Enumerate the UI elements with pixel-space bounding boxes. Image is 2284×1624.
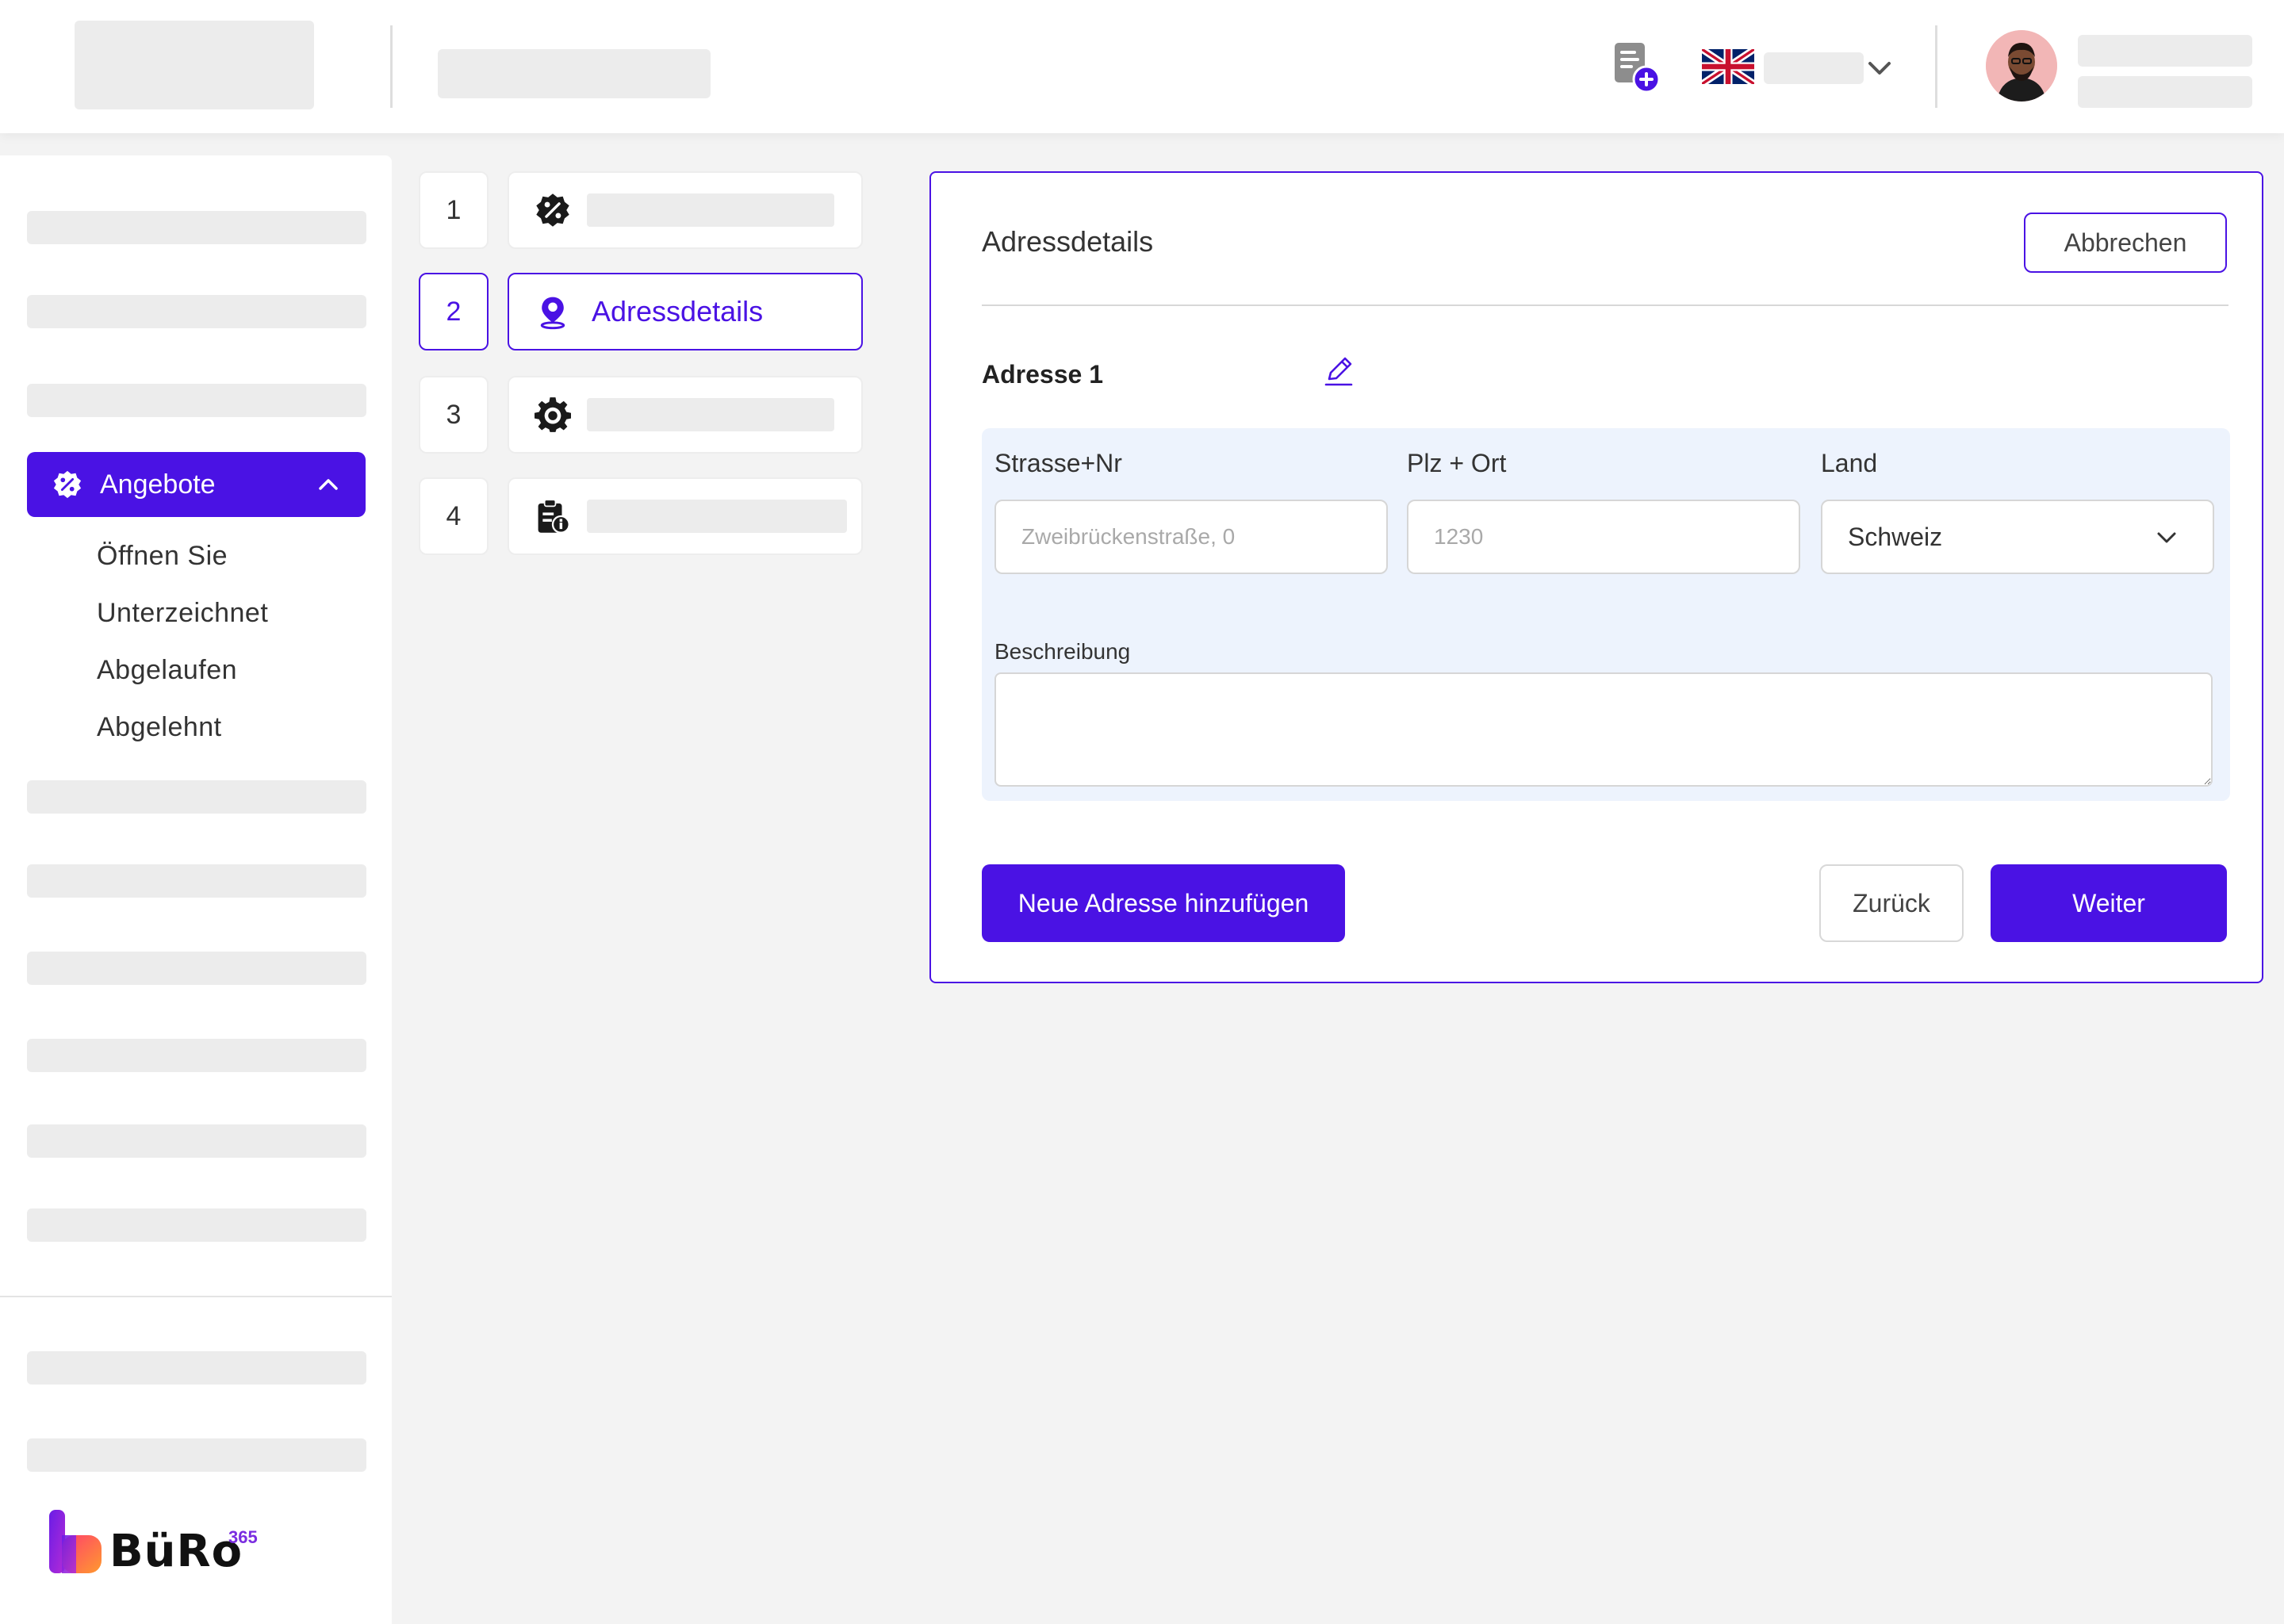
address-details-card: Adressdetails Abbrechen Adresse 1 Strass…	[929, 171, 2263, 983]
header-divider	[1935, 25, 1937, 108]
step-label-placeholder	[587, 398, 834, 431]
percent-badge-icon	[53, 470, 82, 499]
sidebar-item-placeholder[interactable]	[27, 211, 366, 244]
sidebar-subitem-open[interactable]: Öffnen Sie	[97, 541, 228, 572]
card-title: Adressdetails	[982, 225, 1154, 258]
back-button[interactable]: Zurück	[1819, 864, 1964, 942]
add-address-button[interactable]: Neue Adresse hinzufügen	[982, 864, 1345, 942]
next-button[interactable]: Weiter	[1991, 864, 2227, 942]
description-textarea[interactable]	[994, 672, 2213, 787]
edit-pencil-icon[interactable]	[1321, 354, 1356, 389]
chevron-down-icon[interactable]	[1864, 52, 1895, 84]
sidebar-item-placeholder[interactable]	[27, 952, 366, 985]
header-divider	[390, 25, 393, 108]
sidebar-item-placeholder[interactable]	[27, 780, 366, 814]
sidebar-item-angebote[interactable]: Angebote	[27, 452, 366, 517]
step-3-number[interactable]: 3	[419, 376, 489, 454]
location-pin-icon	[540, 297, 565, 330]
app-logo-placeholder	[75, 21, 314, 109]
sidebar-item-placeholder[interactable]	[27, 1438, 366, 1472]
sidebar-item-placeholder[interactable]	[27, 864, 366, 898]
brand-mark-icon	[49, 1510, 102, 1573]
clipboard-info-icon	[538, 499, 570, 534]
country-selected-value: Schweiz	[1848, 522, 1943, 551]
street-label: Strasse+Nr	[994, 449, 1122, 477]
chevron-down-icon	[2157, 532, 2176, 543]
sidebar-item-placeholder[interactable]	[27, 1124, 366, 1158]
sidebar-item-placeholder[interactable]	[27, 1039, 366, 1072]
add-document-icon[interactable]	[1611, 41, 1661, 94]
brand-name: BüRo	[109, 1526, 243, 1577]
step-4-card[interactable]	[508, 477, 863, 555]
top-header	[0, 0, 2284, 133]
zip-city-label: Plz + Ort	[1407, 449, 1507, 477]
step-4-number[interactable]: 4	[419, 477, 489, 555]
country-label: Land	[1821, 449, 1878, 477]
card-divider	[982, 304, 2228, 306]
user-avatar[interactable]	[1986, 30, 2057, 102]
language-label-placeholder[interactable]	[1764, 52, 1864, 84]
user-name-placeholder	[2078, 35, 2252, 67]
sidebar-item-placeholder[interactable]	[27, 295, 366, 328]
street-input[interactable]	[994, 500, 1388, 574]
zip-city-input[interactable]	[1407, 500, 1800, 574]
user-role-placeholder	[2078, 76, 2252, 108]
address-heading: Adresse 1	[982, 360, 1103, 389]
sidebar-item-placeholder[interactable]	[27, 1351, 366, 1385]
percent-badge-icon	[536, 193, 569, 227]
sidebar-item-placeholder[interactable]	[27, 1208, 366, 1242]
description-label: Beschreibung	[994, 639, 1131, 664]
brand-logo: BüRo 365	[48, 1508, 278, 1581]
uk-flag-icon[interactable]	[1702, 49, 1754, 84]
brand-superscript: 365	[228, 1527, 258, 1547]
chevron-up-icon[interactable]	[315, 471, 342, 498]
step-1-card[interactable]	[508, 171, 863, 249]
step-2-number[interactable]: 2	[419, 273, 489, 350]
step-2-label: Adressdetails	[592, 295, 764, 327]
address-panel: Strasse+Nr Plz + Ort Land Schweiz Beschr…	[982, 428, 2230, 801]
step-2-card[interactable]: Adressdetails	[508, 273, 863, 350]
cancel-button[interactable]: Abbrechen	[2024, 213, 2227, 273]
sidebar-divider	[0, 1296, 392, 1297]
sidebar-subitem-signed[interactable]: Unterzeichnet	[97, 598, 268, 629]
settings-gear-icon	[535, 397, 571, 432]
page-title-placeholder	[438, 49, 711, 98]
sidebar: Angebote Öffnen Sie Unterzeichnet Abgela…	[0, 155, 392, 1624]
step-1-number[interactable]: 1	[419, 171, 489, 249]
step-3-card[interactable]	[508, 376, 863, 454]
step-label-placeholder	[587, 193, 834, 227]
sidebar-subitem-expired[interactable]: Abgelaufen	[97, 655, 237, 686]
country-select[interactable]: Schweiz	[1821, 500, 2214, 574]
sidebar-item-label: Angebote	[100, 469, 216, 500]
sidebar-subitem-rejected[interactable]: Abgelehnt	[97, 712, 222, 743]
step-label-placeholder	[587, 500, 847, 533]
sidebar-item-placeholder[interactable]	[27, 384, 366, 417]
